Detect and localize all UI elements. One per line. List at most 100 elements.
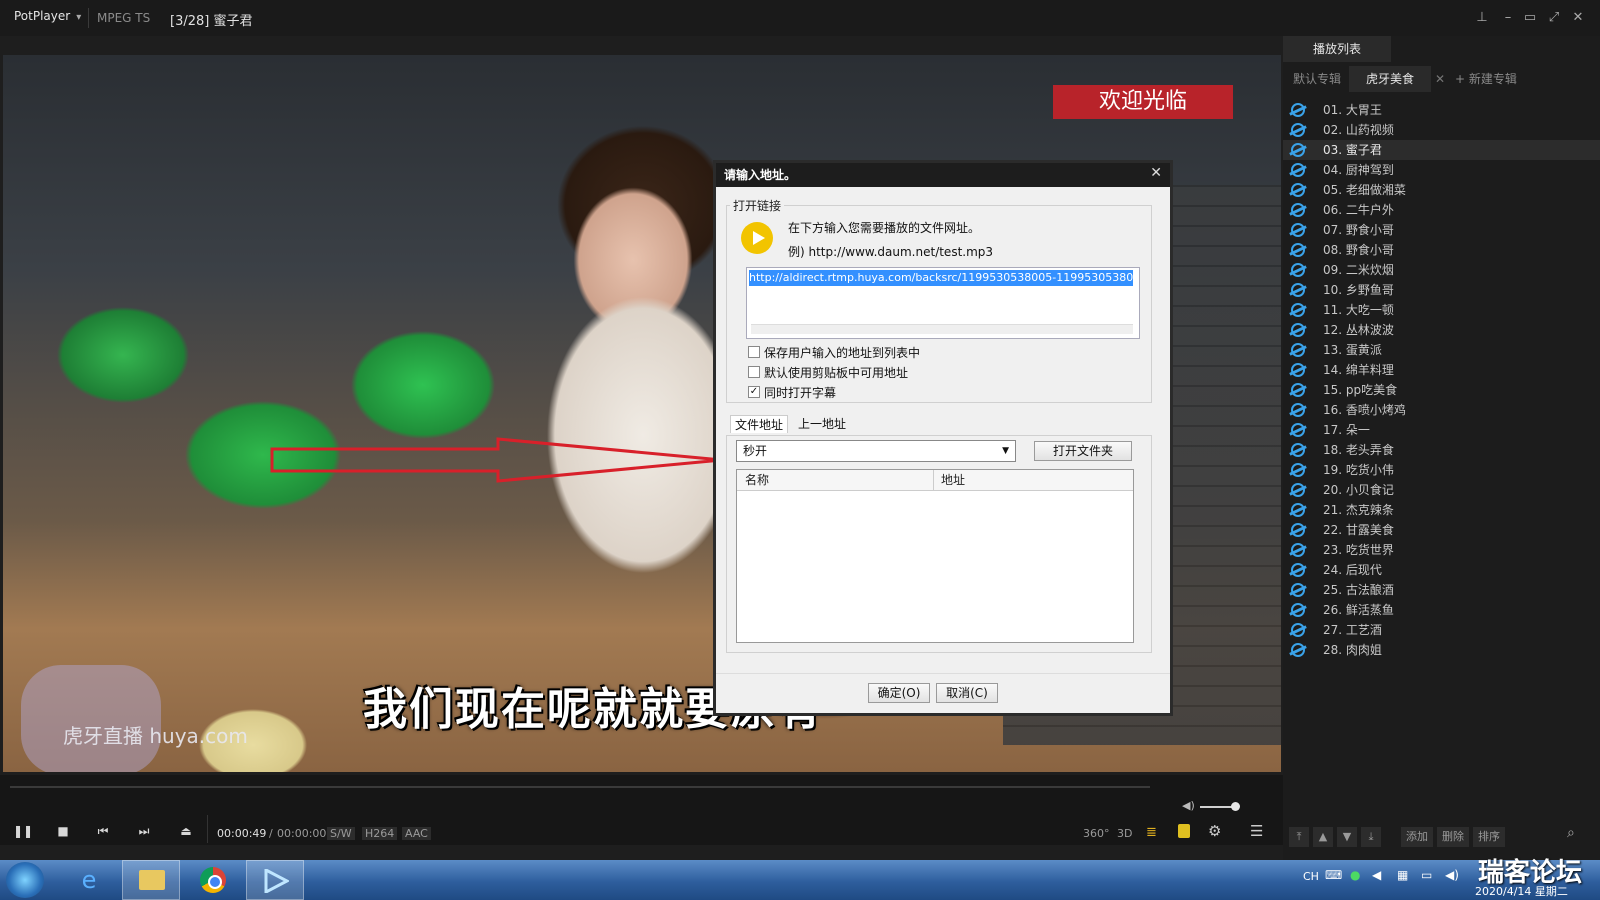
playlist-item[interactable]: 22. 甘露美食 xyxy=(1283,520,1600,540)
move-down-button[interactable]: ▼ xyxy=(1337,827,1357,847)
ie-icon[interactable]: e xyxy=(60,860,118,900)
playlist-item[interactable]: 18. 老头弄食 xyxy=(1283,440,1600,460)
tab-previous-address[interactable]: 上一地址 xyxy=(794,415,850,432)
playlist-item[interactable]: 20. 小贝食记 xyxy=(1283,480,1600,500)
ok-button[interactable]: 确定(O) xyxy=(868,683,930,703)
add-button[interactable]: 添加 xyxy=(1401,827,1433,847)
keyboard-icon[interactable]: ⌨ xyxy=(1325,868,1342,882)
previous-button[interactable]: ⏮ xyxy=(92,824,114,839)
monitor-icon[interactable]: ▭ xyxy=(1421,868,1432,882)
playlist-item-label: 28. 肉肉姐 xyxy=(1323,643,1382,657)
video-codec-badge[interactable]: H264 xyxy=(362,827,398,840)
playlist-item[interactable]: 16. 香喷小烤鸡 xyxy=(1283,400,1600,420)
explorer-icon[interactable] xyxy=(122,860,180,900)
stream-link-icon xyxy=(1291,263,1305,277)
speaker-icon[interactable]: ◀ xyxy=(1372,868,1381,882)
save-to-list-checkbox[interactable] xyxy=(748,346,760,358)
url-scrollbar[interactable] xyxy=(751,324,1133,334)
cancel-button[interactable]: 取消(C) xyxy=(936,683,998,703)
start-button[interactable] xyxy=(6,862,44,898)
pin-icon[interactable]: ⊥ xyxy=(1472,8,1492,28)
playlist-item[interactable]: 26. 鲜活蒸鱼 xyxy=(1283,600,1600,620)
playlist-item[interactable]: 21. 杰克辣条 xyxy=(1283,500,1600,520)
file-title: [3/28] 蜜子君 xyxy=(170,14,253,29)
close-button[interactable]: ✕ xyxy=(1568,8,1588,28)
seek-bar[interactable] xyxy=(10,786,1150,788)
dropdown-arrow-icon: ▼ xyxy=(1002,446,1009,456)
volume-icon[interactable]: ◀) xyxy=(1182,799,1195,812)
playlist-item[interactable]: 12. 丛林波波 xyxy=(1283,320,1600,340)
move-top-button[interactable]: ⤒ xyxy=(1289,827,1309,847)
playlist-item[interactable]: 05. 老细做湘菜 xyxy=(1283,180,1600,200)
stream-link-icon xyxy=(1291,523,1305,537)
tab-new-album[interactable]: + 新建专辑 xyxy=(1455,66,1517,92)
volume-knob[interactable] xyxy=(1231,802,1240,811)
stop-button[interactable]: ■ xyxy=(52,824,74,838)
minimize-button[interactable]: – xyxy=(1498,8,1518,28)
input-method-indicator[interactable]: CH xyxy=(1303,870,1319,883)
playlist-item[interactable]: 13. 蛋黄派 xyxy=(1283,340,1600,360)
volume-tray-icon[interactable]: ◀) xyxy=(1445,868,1459,882)
playlist-item[interactable]: 02. 山药视频 xyxy=(1283,120,1600,140)
playlist-item[interactable]: 04. 厨神驾到 xyxy=(1283,160,1600,180)
tab-huya-food[interactable]: 虎牙美食 xyxy=(1349,66,1431,92)
decoder-badge[interactable]: S/W xyxy=(327,827,355,840)
address-select[interactable]: 秒开 ▼ xyxy=(736,440,1016,462)
playlist-item[interactable]: 09. 二米炊烟 xyxy=(1283,260,1600,280)
3d-button[interactable]: 3D xyxy=(1117,827,1132,840)
maximize-button[interactable]: ▭ xyxy=(1520,8,1540,28)
next-button[interactable]: ⏭ xyxy=(133,824,155,839)
menu-icon[interactable]: ☰ xyxy=(1250,822,1263,840)
fullscreen-button[interactable]: ⤢ xyxy=(1544,8,1564,28)
divider xyxy=(207,815,208,843)
address-list[interactable]: 名称 地址 xyxy=(736,469,1134,643)
column-name[interactable]: 名称 xyxy=(745,470,769,490)
tab-playlist[interactable]: 播放列表 xyxy=(1283,36,1391,62)
playlist-item[interactable]: 15. pp吃美食 xyxy=(1283,380,1600,400)
playlist-item[interactable]: 03. 蜜子君 xyxy=(1283,140,1600,160)
playlist-item[interactable]: 07. 野食小哥 xyxy=(1283,220,1600,240)
stream-link-icon xyxy=(1291,503,1305,517)
playlist-item[interactable]: 10. 乡野鱼哥 xyxy=(1283,280,1600,300)
chrome-icon[interactable] xyxy=(184,860,242,900)
playlist-item[interactable]: 11. 大吃一顿 xyxy=(1283,300,1600,320)
gear-icon[interactable]: ⚙ xyxy=(1208,822,1221,840)
playlist-item[interactable]: 14. 绵羊料理 xyxy=(1283,360,1600,380)
app-menu-button[interactable]: PotPlayer ▾ xyxy=(14,9,81,23)
security-icon[interactable]: ● xyxy=(1350,868,1360,882)
search-icon[interactable]: ⌕ xyxy=(1567,825,1575,841)
url-field[interactable]: http://aldirect.rtmp.huya.com/backsrc/11… xyxy=(746,267,1140,339)
playlist-item-label: 17. 朵一 xyxy=(1323,423,1370,437)
dialog-close-icon[interactable]: ✕ xyxy=(1150,165,1162,181)
note-icon[interactable] xyxy=(1178,824,1190,838)
move-bottom-button[interactable]: ⤓ xyxy=(1361,827,1381,847)
potplayer-icon[interactable] xyxy=(246,860,304,900)
open-subtitles-checkbox[interactable]: ✓ xyxy=(748,386,760,398)
vr-360-button[interactable]: 360° xyxy=(1083,827,1110,840)
delete-button[interactable]: 删除 xyxy=(1437,827,1469,847)
playlist-item[interactable]: 17. 朵一 xyxy=(1283,420,1600,440)
audio-codec-badge[interactable]: AAC xyxy=(402,827,431,840)
playlist-search-icon[interactable]: ≣ xyxy=(1146,825,1157,840)
network-icon[interactable]: ▦ xyxy=(1397,868,1408,882)
playlist-item[interactable]: 06. 二牛户外 xyxy=(1283,200,1600,220)
playlist-item[interactable]: 23. 吃货世界 xyxy=(1283,540,1600,560)
tab-default-album[interactable]: 默认专辑 xyxy=(1293,66,1341,92)
open-folder-button[interactable]: 打开文件夹 xyxy=(1034,441,1132,461)
pause-button[interactable]: ❚❚ xyxy=(12,824,34,838)
playlist-item[interactable]: 24. 后现代 xyxy=(1283,560,1600,580)
url-text: http://aldirect.rtmp.huya.com/backsrc/11… xyxy=(749,270,1133,286)
playlist-item[interactable]: 25. 古法酿酒 xyxy=(1283,580,1600,600)
move-up-button[interactable]: ▲ xyxy=(1313,827,1333,847)
playlist-item[interactable]: 01. 大胃王 xyxy=(1283,100,1600,120)
playlist-item[interactable]: 08. 野食小哥 xyxy=(1283,240,1600,260)
close-tab-icon[interactable]: ✕ xyxy=(1435,66,1445,92)
column-address[interactable]: 地址 xyxy=(941,470,965,490)
playlist-item[interactable]: 28. 肉肉姐 xyxy=(1283,640,1600,660)
playlist-item[interactable]: 27. 工艺酒 xyxy=(1283,620,1600,640)
tab-file-address[interactable]: 文件地址 xyxy=(730,415,789,433)
eject-button[interactable]: ⏏ xyxy=(175,824,197,838)
use-clipboard-checkbox[interactable] xyxy=(748,366,760,378)
sort-button[interactable]: 排序 xyxy=(1473,827,1505,847)
playlist-item[interactable]: 19. 吃货小伟 xyxy=(1283,460,1600,480)
